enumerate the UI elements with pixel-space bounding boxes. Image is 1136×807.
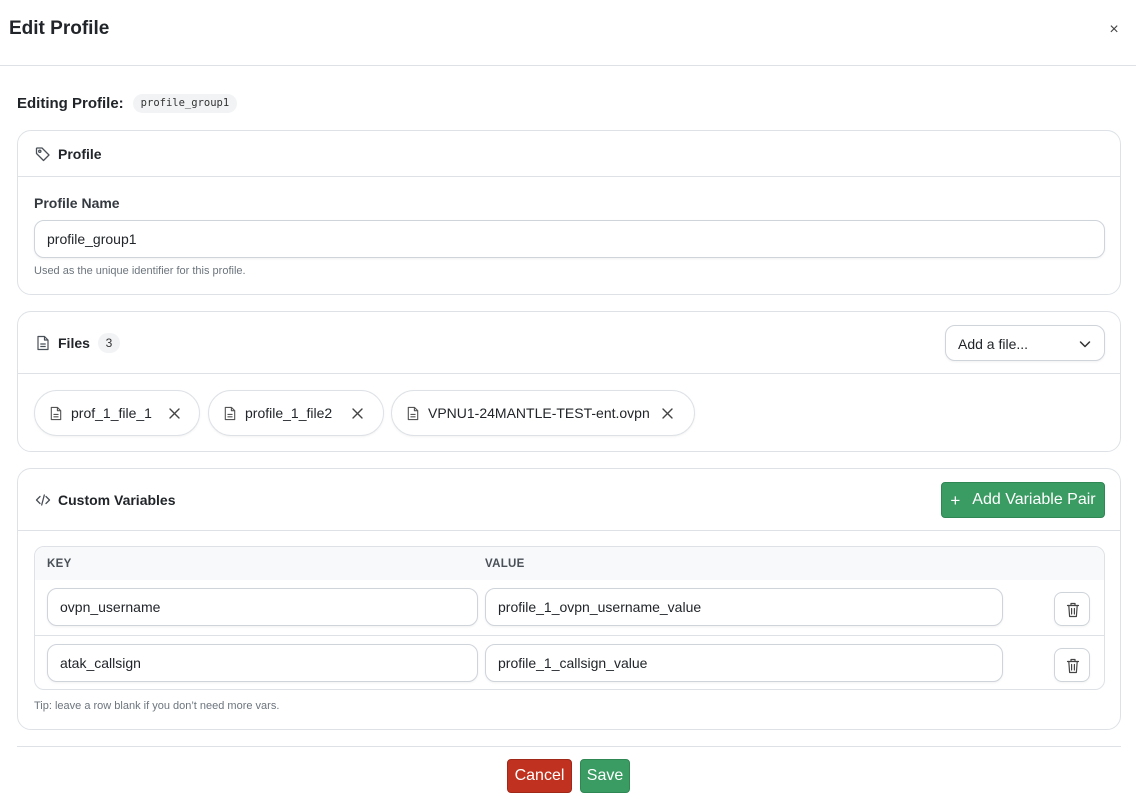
profile-name-input[interactable] (34, 220, 1105, 258)
file-icon (224, 406, 236, 421)
delete-row-button[interactable] (1054, 592, 1090, 626)
profile-name-label: Profile Name (34, 195, 120, 211)
editing-profile-row: Editing Profile: profile_group1 (17, 92, 238, 114)
save-button[interactable]: Save (580, 759, 630, 793)
profile-card-header: Profile (18, 131, 1120, 177)
profile-name-help: Used as the unique identifier for this p… (34, 265, 246, 277)
variables-tip: Tip: leave a row blank if you don’t need… (34, 700, 280, 712)
table-row (35, 635, 1104, 689)
files-count-badge: 3 (98, 333, 120, 353)
files-card-title: Files (58, 335, 90, 351)
file-chip: profile_1_file2 (208, 390, 384, 436)
remove-file-icon[interactable] (168, 407, 181, 420)
custom-variables-title: Custom Variables (58, 492, 176, 508)
variable-key-input[interactable] (47, 588, 478, 626)
add-variable-pair-label: Add Variable Pair (972, 491, 1096, 508)
add-file-select[interactable]: Add a file... (945, 325, 1105, 361)
variables-table-header: KEY VALUE (35, 547, 1104, 580)
files-card-header: Files 3 Add a file... (18, 312, 1120, 374)
variables-table: KEY VALUE (34, 546, 1105, 690)
trash-icon (1066, 602, 1080, 618)
table-row (35, 580, 1104, 635)
file-icon (407, 406, 419, 421)
editing-profile-label: Editing Profile: (17, 94, 124, 112)
file-icon (37, 335, 49, 351)
custom-variables-card: Custom Variables + Add Variable Pair KEY… (17, 468, 1121, 730)
trash-icon (1066, 658, 1080, 674)
column-header-key: KEY (47, 558, 72, 570)
profile-card: Profile Profile Name Used as the unique … (17, 130, 1121, 295)
code-icon (35, 494, 51, 506)
plus-icon: + (950, 490, 961, 510)
file-chip: VPNU1-24MANTLE-TEST-ent.ovpn (391, 390, 695, 436)
file-chip: prof_1_file_1 (34, 390, 200, 436)
file-chip-label: VPNU1-24MANTLE-TEST-ent.ovpn (428, 405, 650, 421)
remove-file-icon[interactable] (661, 407, 674, 420)
files-card: Files 3 Add a file... prof_1_file_1 prof… (17, 311, 1121, 452)
delete-row-button[interactable] (1054, 648, 1090, 682)
add-variable-pair-button[interactable]: + Add Variable Pair (941, 482, 1105, 518)
variable-value-input[interactable] (485, 588, 1003, 626)
footer-divider (17, 746, 1121, 747)
file-chip-label: prof_1_file_1 (71, 405, 152, 421)
remove-file-icon[interactable] (351, 407, 364, 420)
file-icon (50, 406, 62, 421)
add-file-select-value: Add a file... (958, 336, 1029, 352)
cancel-button[interactable]: Cancel (507, 759, 572, 793)
editing-profile-id: profile_group1 (132, 93, 238, 113)
chevron-down-icon (1079, 341, 1091, 348)
file-chip-label: profile_1_file2 (245, 405, 333, 421)
variable-value-input[interactable] (485, 644, 1003, 682)
profile-card-title: Profile (58, 146, 102, 162)
tag-icon (35, 147, 50, 162)
variable-key-input[interactable] (47, 644, 478, 682)
close-button[interactable]: × (1106, 20, 1122, 40)
column-header-value: VALUE (485, 558, 525, 570)
modal-header: Edit Profile × (0, 0, 1136, 66)
custom-variables-header: Custom Variables + Add Variable Pair (18, 469, 1120, 531)
modal-title: Edit Profile (9, 18, 110, 39)
